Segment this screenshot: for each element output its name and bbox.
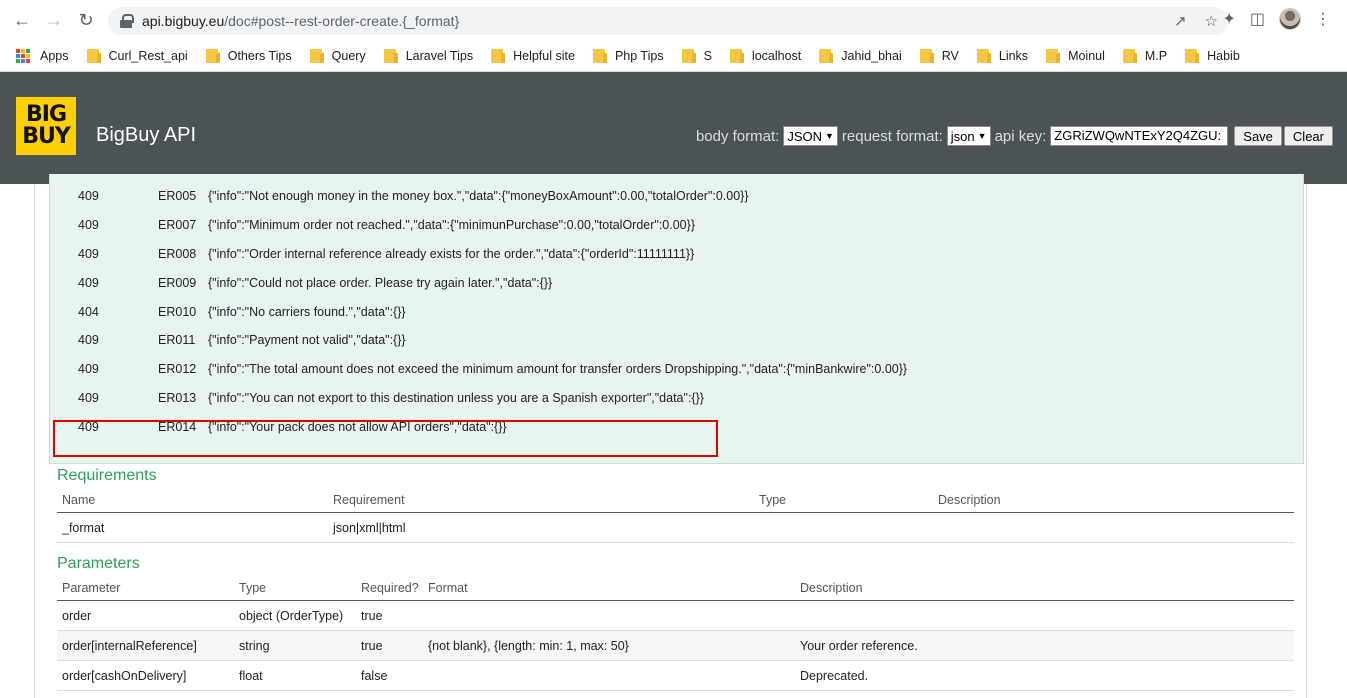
error-row: 409 ER005 {"info":"Not enough money in the… — [78, 189, 749, 203]
table-row: order[internalReference] string true {no… — [57, 631, 1294, 661]
bookmark-folder[interactable]: Jahid_bhai — [819, 49, 902, 63]
bookmark-folder[interactable]: Laravel Tips — [383, 49, 473, 63]
parameters-table-header: Parameter Type Required? Format Descript… — [57, 575, 1294, 601]
browser-toolbar: ← → ↻ api.bigbuy.eu/doc#post--rest-order… — [0, 0, 1347, 40]
app-header: BIG BUY BigBuy API body format: JSON ▼ re… — [0, 72, 1347, 184]
bigbuy-logo[interactable]: BIG BUY — [16, 97, 76, 155]
table-row: _format json|xml|html — [57, 513, 1294, 543]
bookmark-folder[interactable]: Php Tips — [592, 49, 664, 63]
folder-icon — [86, 49, 101, 63]
api-key-label: api key: — [994, 127, 1047, 145]
error-row: 404 ER010 {"info":"No carriers found.","da… — [78, 305, 406, 319]
bookmark-folder[interactable]: Curl_Rest_api — [86, 49, 188, 63]
folder-icon — [681, 49, 696, 63]
chevron-down-icon: ▼ — [824, 131, 834, 141]
side-panel-icon[interactable]: ◫ — [1250, 9, 1265, 29]
forward-arrow-icon[interactable]: → — [40, 6, 68, 34]
bookmark-folder[interactable]: Query — [309, 49, 366, 63]
api-key-input[interactable]: ZGRiZWQwNTExY2Q4ZGU: — [1050, 126, 1229, 146]
star-icon[interactable]: ☆ — [1205, 12, 1218, 30]
bookmark-folder[interactable]: RV — [919, 49, 959, 63]
request-format-select[interactable]: json ▼ — [946, 126, 991, 146]
bookmark-folder[interactable]: Moinul — [1046, 49, 1105, 63]
folder-icon — [383, 49, 398, 63]
apps-grid-icon — [16, 49, 30, 63]
table-row: order[cashOnDelivery] float false Deprec… — [57, 661, 1294, 691]
error-row: 409 ER008 {"info":"Order internal referenc… — [78, 247, 695, 261]
folder-icon — [1122, 49, 1137, 63]
bookmark-folder[interactable]: Habib — [1185, 49, 1240, 63]
requirements-heading: Requirements — [57, 467, 157, 484]
header-controls: body format: JSON ▼ request format: json ▼… — [696, 126, 1333, 146]
requirements-table-header: Name Requirement Type Description — [57, 487, 1294, 513]
menu-icon[interactable]: ⋮ — [1315, 9, 1331, 29]
bookmark-folder[interactable]: Helpful site — [491, 49, 575, 63]
body-format-label: body format: — [695, 127, 780, 145]
bookmark-folder[interactable]: Links — [976, 49, 1028, 63]
clear-button[interactable]: Clear — [1283, 126, 1333, 146]
save-button[interactable]: Save — [1234, 126, 1282, 146]
error-row: 409 ER009 {"info":"Could not place order. … — [78, 276, 553, 290]
folder-icon — [592, 49, 607, 63]
folder-icon — [309, 49, 324, 63]
profile-avatar[interactable] — [1279, 8, 1301, 30]
folder-icon — [919, 49, 934, 63]
body-format-select[interactable]: JSON ▼ — [783, 126, 838, 146]
extensions-icon[interactable]: ✦ — [1222, 9, 1235, 29]
url-text[interactable]: api.bigbuy.eu/doc#post--rest-order-creat… — [142, 13, 459, 29]
bookmark-folder[interactable]: Others Tips — [205, 49, 292, 63]
lock-icon — [120, 14, 134, 28]
back-arrow-icon[interactable]: ← — [8, 6, 36, 34]
reload-icon[interactable]: ↻ — [72, 6, 100, 34]
bookmark-folder[interactable]: S — [681, 49, 712, 63]
chevron-down-icon: ▼ — [977, 131, 987, 141]
folder-icon — [729, 49, 744, 63]
share-icon[interactable]: ↗ — [1174, 12, 1187, 30]
address-bar[interactable]: api.bigbuy.eu/doc#post--rest-order-creat… — [108, 7, 1228, 35]
request-format-label: request format: — [841, 127, 943, 145]
bookmarks-bar: Apps Curl_Rest_api Others Tips Query Lar… — [0, 40, 1347, 72]
bookmark-folder[interactable]: localhost — [729, 49, 801, 63]
error-row: 409 ER007 {"info":"Minimum order not reach… — [78, 218, 695, 232]
browser-chrome: ← → ↻ api.bigbuy.eu/doc#post--rest-order… — [0, 0, 1347, 72]
bookmark-folder[interactable]: M.P — [1122, 49, 1167, 63]
doc-content: 409 ER005 {"info":"Not enough money in the… — [34, 174, 1307, 698]
highlight-box — [53, 420, 718, 457]
error-row: 409 ER012 {"info":"The total amount does n… — [78, 362, 908, 376]
bookmark-apps[interactable]: Apps — [16, 49, 69, 63]
folder-icon — [1185, 49, 1200, 63]
page-title: BigBuy API — [96, 124, 197, 146]
error-row: 409 ER011 {"info":"Payment not valid","dat… — [78, 333, 406, 347]
table-row: order object (OrderType) true — [57, 601, 1294, 631]
folder-icon — [819, 49, 834, 63]
folder-icon — [205, 49, 220, 63]
folder-icon — [491, 49, 506, 63]
parameters-heading: Parameters — [57, 555, 140, 572]
folder-icon — [1046, 49, 1061, 63]
folder-icon — [976, 49, 991, 63]
error-row: 409 ER013 {"info":"You can not export to t… — [78, 391, 704, 405]
